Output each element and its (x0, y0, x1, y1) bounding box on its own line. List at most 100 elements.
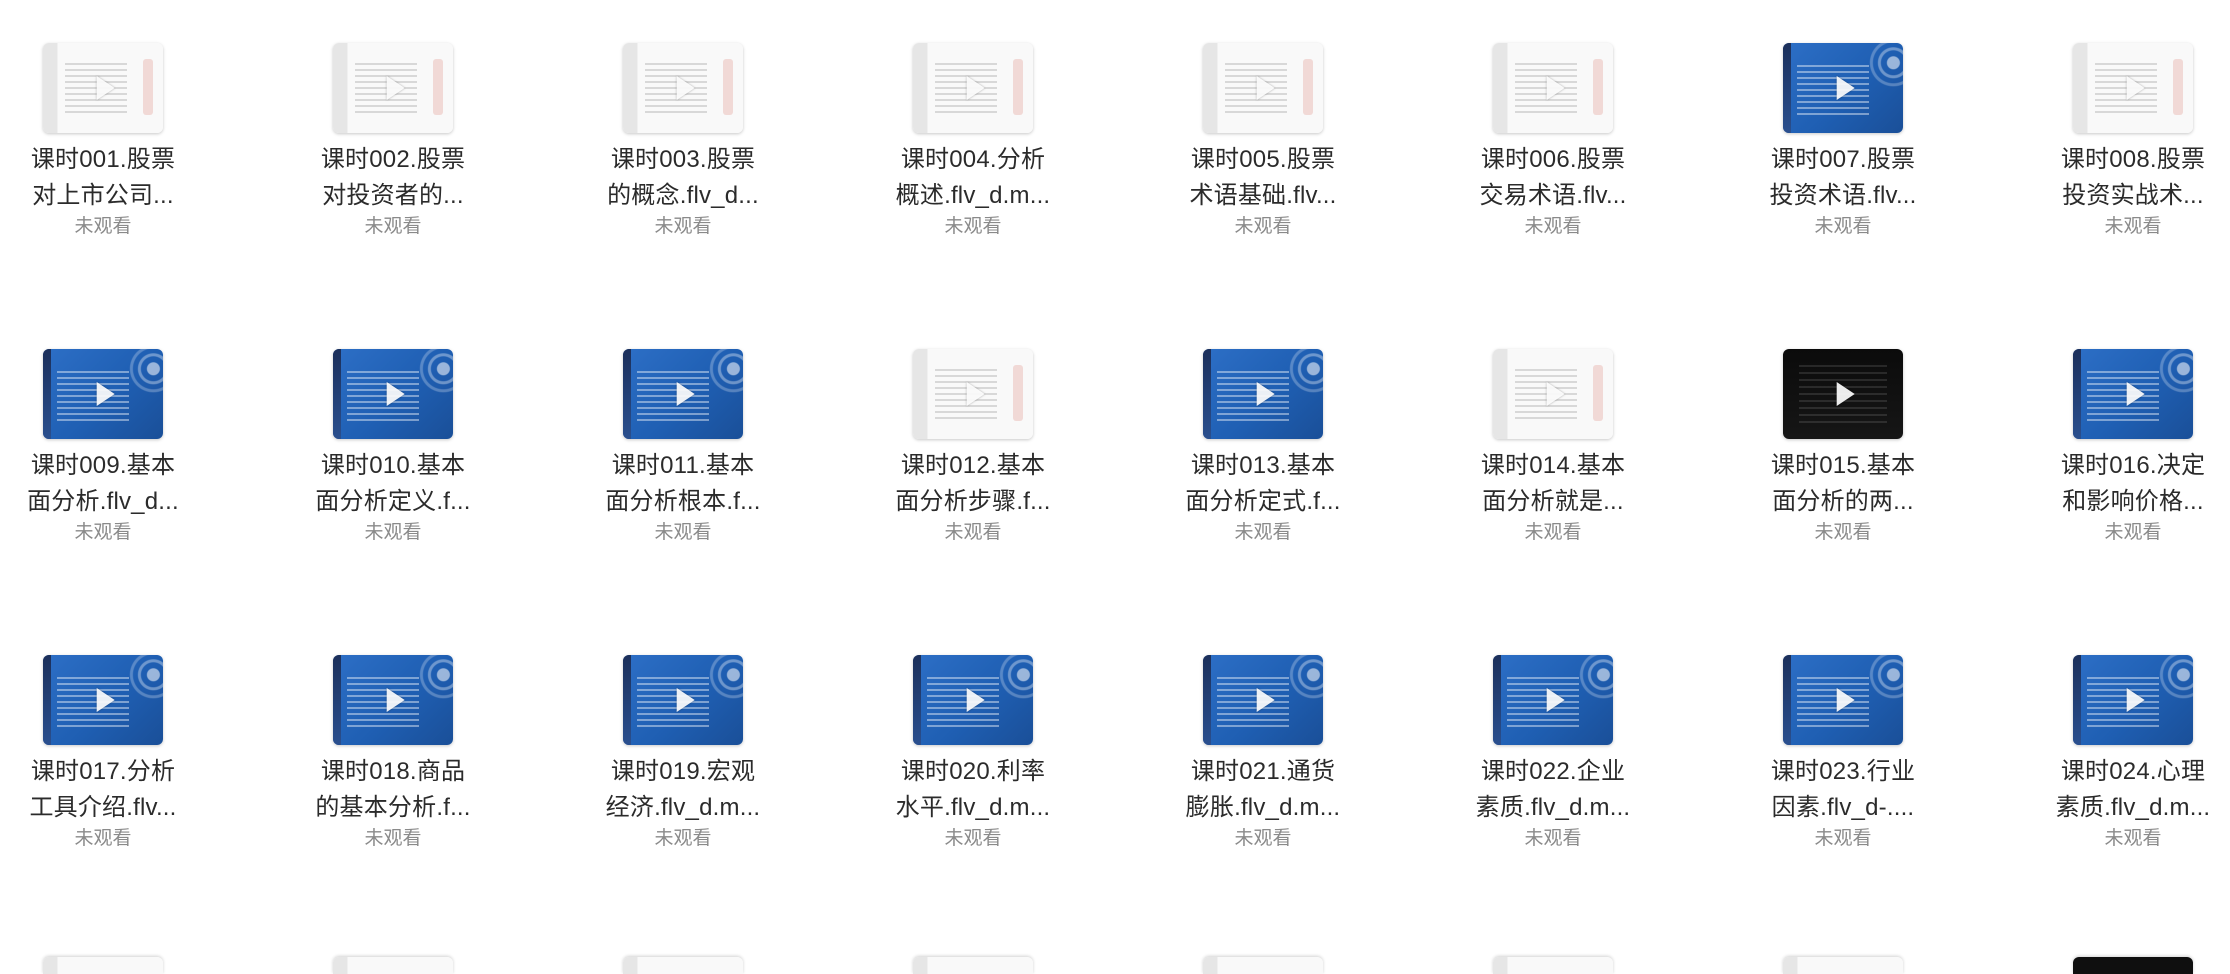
video-title[interactable]: 课时012.基本 面分析步骤.f... (870, 448, 1076, 520)
play-icon[interactable] (1546, 688, 1565, 712)
video-thumbnail[interactable] (2073, 655, 2193, 745)
video-card[interactable]: 课时009.基本 面分析.flv_d... 未观看 (0, 306, 240, 606)
video-thumbnail[interactable] (2073, 349, 2193, 439)
play-icon[interactable] (2126, 76, 2145, 100)
video-thumbnail[interactable] (1203, 655, 1323, 745)
video-card[interactable]: 课时023.行业 因素.flv_d-.... 未观看 (1740, 612, 1980, 912)
video-thumbnail[interactable] (623, 655, 743, 745)
video-thumbnail-partial[interactable] (333, 957, 453, 974)
video-card[interactable]: 课时003.股票 的概念.flv_d... 未观看 (580, 0, 820, 300)
video-card[interactable]: 课时001.股票 对上市公司... 未观看 (0, 0, 240, 300)
video-title[interactable]: 课时021.通货 膨胀.flv_d.m... (1160, 754, 1366, 826)
video-thumbnail[interactable] (1783, 349, 1903, 439)
video-thumbnail[interactable] (333, 349, 453, 439)
play-icon[interactable] (1546, 382, 1565, 406)
video-title[interactable]: 课时008.股票 投资实战术... (2030, 142, 2230, 214)
play-icon[interactable] (1256, 382, 1275, 406)
play-icon[interactable] (1836, 382, 1855, 406)
play-icon[interactable] (966, 382, 985, 406)
video-card[interactable]: 课时002.股票 对投资者的... 未观看 (290, 0, 530, 300)
video-thumbnail[interactable] (1783, 655, 1903, 745)
video-thumbnail[interactable] (333, 655, 453, 745)
video-thumbnail-partial[interactable] (2073, 957, 2193, 974)
video-thumbnail[interactable] (1783, 43, 1903, 133)
video-title[interactable]: 课时011.基本 面分析根本.f... (580, 448, 786, 520)
video-card[interactable]: 课时015.基本 面分析的两... 未观看 (1740, 306, 1980, 606)
video-title[interactable]: 课时022.企业 素质.flv_d.m... (1450, 754, 1656, 826)
play-icon[interactable] (1256, 76, 1275, 100)
play-icon[interactable] (1256, 688, 1275, 712)
play-icon[interactable] (676, 76, 695, 100)
video-title[interactable]: 课时002.股票 对投资者的... (290, 142, 496, 214)
video-title[interactable]: 课时009.基本 面分析.flv_d... (0, 448, 206, 520)
video-title[interactable]: 课时015.基本 面分析的两... (1740, 448, 1946, 520)
video-title[interactable]: 课时004.分析 概述.flv_d.m... (870, 142, 1076, 214)
video-title[interactable]: 课时003.股票 的概念.flv_d... (580, 142, 786, 214)
video-card[interactable]: 课时020.利率 水平.flv_d.m... 未观看 (870, 612, 1110, 912)
video-title[interactable]: 课时007.股票 投资术语.flv... (1740, 142, 1946, 214)
video-card[interactable]: 课时016.决定 和影响价格... 未观看 (2030, 306, 2230, 606)
video-card[interactable]: 课时018.商品 的基本分析.f... 未观看 (290, 612, 530, 912)
video-thumbnail[interactable] (43, 349, 163, 439)
video-thumbnail-partial[interactable] (913, 957, 1033, 974)
video-thumbnail[interactable] (333, 43, 453, 133)
video-title[interactable]: 课时017.分析 工具介绍.flv... (0, 754, 206, 826)
video-thumbnail-partial[interactable] (1203, 957, 1323, 974)
play-icon[interactable] (2126, 382, 2145, 406)
play-icon[interactable] (386, 382, 405, 406)
video-thumbnail[interactable] (913, 655, 1033, 745)
video-card[interactable]: 课时019.宏观 经济.flv_d.m... 未观看 (580, 612, 820, 912)
video-thumbnail[interactable] (43, 43, 163, 133)
video-card[interactable]: 课时014.基本 面分析就是... 未观看 (1450, 306, 1690, 606)
video-card[interactable]: 课时012.基本 面分析步骤.f... 未观看 (870, 306, 1110, 606)
video-thumbnail[interactable] (1493, 43, 1613, 133)
video-title[interactable]: 课时006.股票 交易术语.flv... (1450, 142, 1656, 214)
play-icon[interactable] (96, 76, 115, 100)
play-icon[interactable] (386, 688, 405, 712)
video-title[interactable]: 课时010.基本 面分析定义.f... (290, 448, 496, 520)
video-card[interactable]: 课时006.股票 交易术语.flv... 未观看 (1450, 0, 1690, 300)
video-card[interactable]: 课时013.基本 面分析定式.f... 未观看 (1160, 306, 1400, 606)
play-icon[interactable] (676, 688, 695, 712)
play-icon[interactable] (386, 76, 405, 100)
video-card[interactable]: 课时021.通货 膨胀.flv_d.m... 未观看 (1160, 612, 1400, 912)
video-thumbnail[interactable] (1493, 349, 1613, 439)
video-thumbnail[interactable] (1203, 349, 1323, 439)
video-thumbnail[interactable] (623, 43, 743, 133)
video-card[interactable]: 课时004.分析 概述.flv_d.m... 未观看 (870, 0, 1110, 300)
video-title[interactable]: 课时013.基本 面分析定式.f... (1160, 448, 1366, 520)
video-title[interactable]: 课时024.心理 素质.flv_d.m... (2030, 754, 2230, 826)
play-icon[interactable] (2126, 688, 2145, 712)
video-card[interactable]: 课时008.股票 投资实战术... 未观看 (2030, 0, 2230, 300)
video-card[interactable]: 课时005.股票 术语基础.flv... 未观看 (1160, 0, 1400, 300)
video-title[interactable]: 课时016.决定 和影响价格... (2030, 448, 2230, 520)
video-card[interactable]: 课时017.分析 工具介绍.flv... 未观看 (0, 612, 240, 912)
video-card[interactable]: 课时024.心理 素质.flv_d.m... 未观看 (2030, 612, 2230, 912)
video-thumbnail[interactable] (2073, 43, 2193, 133)
video-title[interactable]: 课时023.行业 因素.flv_d-.... (1740, 754, 1946, 826)
play-icon[interactable] (1836, 688, 1855, 712)
play-icon[interactable] (966, 688, 985, 712)
video-thumbnail[interactable] (1493, 655, 1613, 745)
video-thumbnail[interactable] (623, 349, 743, 439)
video-title[interactable]: 课时014.基本 面分析就是... (1450, 448, 1656, 520)
play-icon[interactable] (1836, 76, 1855, 100)
video-card[interactable]: 课时007.股票 投资术语.flv... 未观看 (1740, 0, 1980, 300)
video-title[interactable]: 课时020.利率 水平.flv_d.m... (870, 754, 1076, 826)
play-icon[interactable] (966, 76, 985, 100)
video-title[interactable]: 课时019.宏观 经济.flv_d.m... (580, 754, 786, 826)
play-icon[interactable] (676, 382, 695, 406)
video-thumbnail-partial[interactable] (43, 957, 163, 974)
video-thumbnail-partial[interactable] (623, 957, 743, 974)
video-thumbnail[interactable] (913, 43, 1033, 133)
video-thumbnail[interactable] (43, 655, 163, 745)
video-thumbnail-partial[interactable] (1783, 957, 1903, 974)
play-icon[interactable] (96, 688, 115, 712)
video-card[interactable]: 课时011.基本 面分析根本.f... 未观看 (580, 306, 820, 606)
play-icon[interactable] (1546, 76, 1565, 100)
video-title[interactable]: 课时018.商品 的基本分析.f... (290, 754, 496, 826)
video-thumbnail[interactable] (913, 349, 1033, 439)
video-thumbnail[interactable] (1203, 43, 1323, 133)
video-title[interactable]: 课时005.股票 术语基础.flv... (1160, 142, 1366, 214)
video-title[interactable]: 课时001.股票 对上市公司... (0, 142, 206, 214)
